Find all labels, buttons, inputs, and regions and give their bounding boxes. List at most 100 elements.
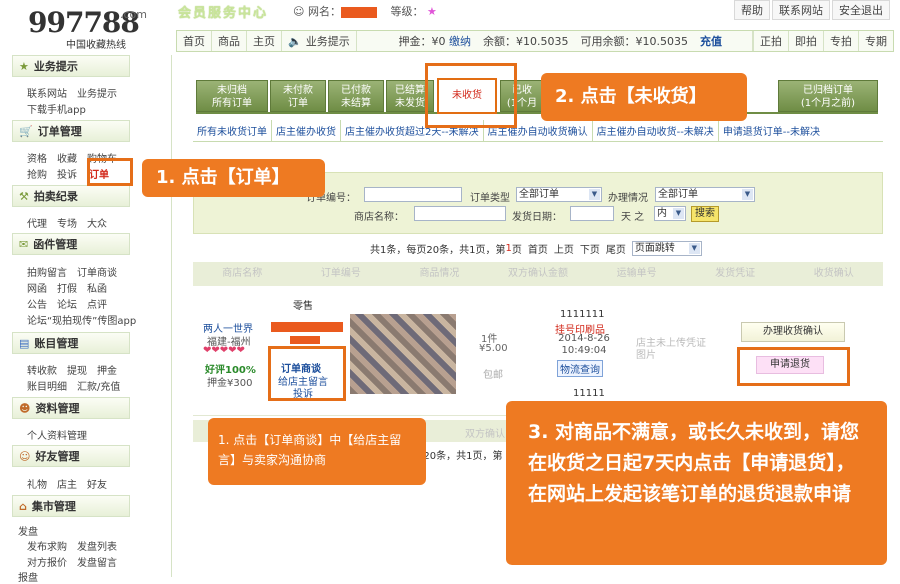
sidebar-link-remit[interactable]: 汇款/充值 (77, 382, 120, 393)
contact-link[interactable]: 联系网站 (772, 0, 830, 20)
nav-auction-special[interactable]: 专拍 (824, 31, 859, 51)
sidebar-line: 拍购留言 订单商谈 (27, 264, 127, 279)
sidebar-link-notice[interactable]: 公告 (27, 300, 47, 311)
sidebar-link-review[interactable]: 点评 (87, 300, 107, 311)
order-type-select[interactable]: 全部订单 ▼ (516, 187, 602, 202)
chevron-down-icon: ▼ (589, 189, 600, 200)
sidebar-link-post-buy[interactable]: 发布求购 (27, 542, 67, 553)
tab-all-unarchived[interactable]: 未归档 所有订单 (196, 80, 268, 112)
help-link[interactable]: 帮助 (734, 0, 770, 20)
sidebar-link-offer-msg[interactable]: 发盘留言 (77, 558, 117, 569)
sidebar-link-complaint[interactable]: 投诉 (57, 170, 77, 181)
sidebar-link-public[interactable]: 大众 (87, 219, 107, 230)
sidebar-link-profile[interactable]: 个人资料管理 (27, 431, 87, 442)
sidebar-link-withdraw[interactable]: 提现 (67, 366, 87, 377)
sidebar-link-friends[interactable]: 好友 (87, 480, 107, 491)
ship-days-input[interactable] (570, 206, 614, 221)
pay-deposit-link[interactable]: 缴纳 (449, 33, 471, 49)
product-image[interactable] (350, 314, 456, 394)
status-select[interactable]: 全部订单 ▼ (655, 187, 755, 202)
subtab-all-not-received[interactable]: 所有未收货订单 (193, 120, 272, 141)
highlight-tab-outline (425, 63, 517, 128)
pager: 共1条，每页20条，共1页，第 1 页 首页 上页 下页 尾页 页面跳转 ▼ (370, 241, 702, 256)
page-jump-select[interactable]: 页面跳转 ▼ (631, 241, 702, 256)
tracking-no-2: 11111 (573, 388, 605, 399)
order-type-label: 订单类型 (470, 193, 510, 204)
sidebar-line: 网函 打假 私函 (27, 280, 117, 295)
pager-first[interactable]: 首页 (528, 241, 548, 256)
days-label: 天 之 (621, 212, 645, 223)
sidebar-line: 个人资料管理 (27, 427, 97, 442)
sidebar-link-offer[interactable]: 发盘 (18, 527, 38, 538)
subtab-urge-receive[interactable]: 店主催办收货 (272, 120, 341, 141)
pager-next[interactable]: 下页 (580, 241, 600, 256)
sidebar-link-order-talk[interactable]: 订单商谈 (77, 268, 117, 279)
nav-auction-period[interactable]: 专期 (859, 31, 893, 51)
shop-name-input[interactable] (414, 206, 506, 221)
order-type-value: 全部订单 (519, 189, 559, 200)
sidebar-link-rush[interactable]: 抢购 (27, 170, 47, 181)
site-logo[interactable]: 997788 .com 中国收藏热线 (28, 6, 173, 51)
no-proof-note: 店主未上传凭证图片 (636, 338, 706, 361)
recharge-link[interactable]: 充值 (694, 31, 753, 51)
sidebar-link-report[interactable]: 报盘 (18, 573, 38, 584)
nav-auction-instant[interactable]: 即拍 (789, 31, 824, 51)
nav-notify[interactable]: 🔈 业务提示 (282, 31, 357, 51)
tab-archived[interactable]: 已归档订单 (1个月之前) (778, 80, 878, 112)
sidebar-section-profile[interactable]: ☻ 资料管理 (12, 397, 130, 419)
sidebar-link-gift[interactable]: 礼物 (27, 480, 47, 491)
logistics-button[interactable]: 物流查询 (557, 360, 603, 377)
pager-last[interactable]: 尾页 (606, 241, 626, 256)
callout-message-tip: 1. 点击【订单商谈】中【给店主留言】与卖家沟通协商 (208, 418, 426, 485)
sidebar-link-bid-msg[interactable]: 拍购留言 (27, 268, 67, 279)
sidebar-link-forum[interactable]: 论坛 (57, 300, 77, 311)
sidebar-link-notify[interactable]: 业务提示 (77, 89, 117, 100)
member-center-title: 会员服务中心 (178, 6, 269, 21)
sidebar-link-special[interactable]: 专场 (57, 219, 77, 230)
tab-line1: 未归档 (217, 85, 247, 96)
order-no-redacted (271, 322, 343, 332)
sidebar-section-market[interactable]: ⌂ 集市管理 (12, 495, 130, 517)
shop-name-label: 商店名称： (354, 212, 404, 223)
sidebar-section-accounts[interactable]: ▤ 账目管理 (12, 332, 130, 354)
sidebar-link-app[interactable]: 下载手机app (27, 105, 86, 116)
nav-auction-main[interactable]: 正拍 (753, 31, 789, 51)
within-select[interactable]: 内 ▼ (654, 206, 686, 221)
sidebar-link-forum-app[interactable]: 论坛“现拍现传”传图app (27, 316, 136, 327)
pager-prev[interactable]: 上页 (554, 241, 574, 256)
sidebar-link-favorites[interactable]: 收藏 (57, 154, 77, 165)
confirm-receipt-button[interactable]: 办理收货确认 (741, 322, 845, 342)
sidebar-section-auction[interactable]: ⚒ 拍卖纪录 (12, 185, 130, 207)
tab-unpaid[interactable]: 未付款 订单 (270, 80, 326, 112)
tab-line2: (1个月之前) (800, 98, 856, 109)
sidebar-link-proxy[interactable]: 代理 (27, 219, 47, 230)
sidebar-link-anti-fake[interactable]: 打假 (57, 284, 77, 295)
sidebar-section-orders[interactable]: 🛒 订单管理 (12, 120, 130, 142)
logout-link[interactable]: 安全退出 (832, 0, 890, 20)
nav-goods[interactable]: 商品 (212, 31, 247, 51)
search-button[interactable]: 搜索 (691, 206, 719, 222)
sidebar-link-shopowner[interactable]: 店主 (57, 480, 77, 491)
sidebar-link-private[interactable]: 私函 (87, 284, 107, 295)
pager-unit: 页 (511, 245, 522, 256)
order-no-input[interactable] (364, 187, 462, 202)
sidebar-link-ledger[interactable]: 账目明细 (27, 382, 67, 393)
nav-homepage[interactable]: 主页 (247, 31, 282, 51)
sidebar-link-offer-list[interactable]: 发盘列表 (77, 542, 117, 553)
sidebar-section-notify[interactable]: ★ 业务提示 (12, 55, 130, 77)
sidebar-link-qualify[interactable]: 资格 (27, 154, 47, 165)
section-title: 函件管理 (33, 238, 78, 251)
sidebar-link-deposit[interactable]: 押金 (97, 366, 117, 377)
sidebar-link-netmail[interactable]: 网函 (27, 284, 47, 295)
subtab-urge-auto-unsolved[interactable]: 店主催办自动收货--未解决 (593, 120, 719, 141)
sidebar-link-contact[interactable]: 联系网站 (27, 89, 67, 100)
sidebar-link-quote[interactable]: 对方报价 (27, 558, 67, 569)
top-links: 帮助 联系网站 安全退出 (732, 0, 890, 20)
nav-home[interactable]: 首页 (177, 31, 212, 51)
sidebar-link-transfer[interactable]: 转收款 (27, 366, 57, 377)
tab-paid[interactable]: 已付款 未结算 (328, 80, 384, 112)
sidebar-section-friends[interactable]: ☺ 好友管理 (12, 445, 130, 467)
subtab-refund-unsolved[interactable]: 申请退货订单--未解决 (719, 120, 824, 141)
sidebar-section-mail[interactable]: ✉ 函件管理 (12, 233, 130, 255)
sidebar-line: 发布求购 发盘列表 (27, 538, 127, 553)
